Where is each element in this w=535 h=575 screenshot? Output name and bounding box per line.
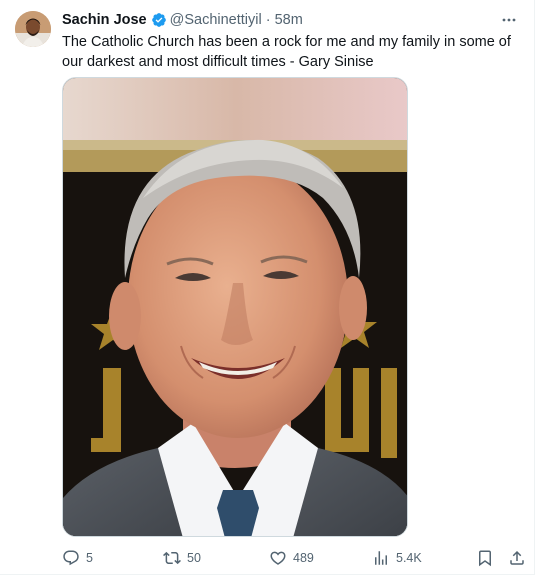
portrait-photo [63,78,407,536]
tweet-card[interactable]: Sachin Jose @Sachinettiyil · 58m The Cat… [0,0,535,575]
reply-count: 5 [86,551,93,565]
heart-icon [269,549,287,567]
like-button[interactable]: 489 [269,547,314,569]
views-count: 5.4K [396,551,422,565]
views-button[interactable]: 5.4K [372,547,422,569]
timestamp[interactable]: 58m [275,10,303,30]
tweet-header: Sachin Jose @Sachinettiyil · 58m [62,10,518,30]
reply-icon [62,549,80,567]
retweet-icon [163,549,181,567]
bookmark-icon [476,549,494,567]
retweet-count: 50 [187,551,201,565]
more-horizontal-icon[interactable] [500,11,518,29]
like-count: 489 [293,551,314,565]
retweet-button[interactable]: 50 [163,547,201,569]
separator-dot: · [265,12,271,28]
avatar[interactable] [15,11,51,47]
bookmark-button[interactable] [476,547,494,569]
action-bar: 5 50 489 5.4K [62,547,526,569]
verified-badge-icon [147,12,170,28]
author-name[interactable]: Sachin Jose [62,10,147,30]
views-chart-icon [372,549,390,567]
tweet-image[interactable] [62,77,408,537]
share-icon [508,549,526,567]
share-button[interactable] [508,547,526,569]
tweet-text: The Catholic Church has been a rock for … [62,34,511,70]
author-handle[interactable]: @Sachinettiyil [170,10,262,30]
reply-button[interactable]: 5 [62,547,93,569]
